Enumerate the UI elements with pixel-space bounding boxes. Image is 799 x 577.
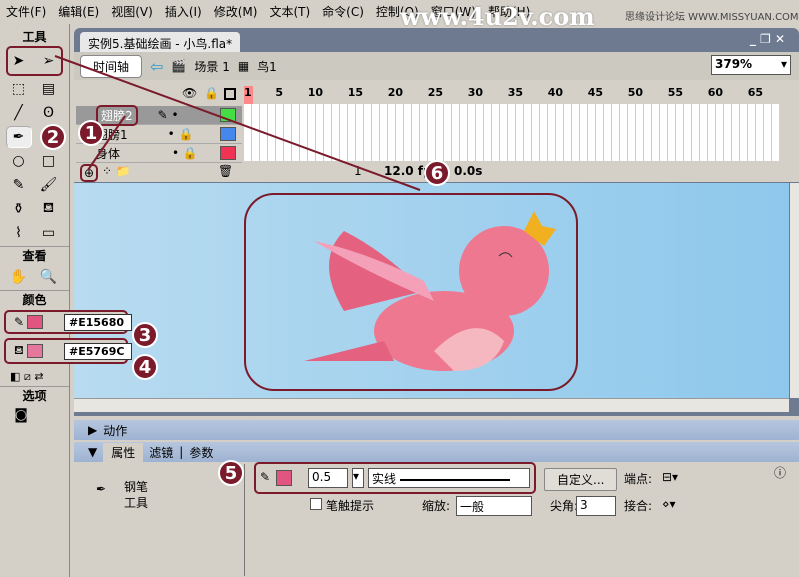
stroke-width-input[interactable]: 0.5 <box>308 468 348 488</box>
playhead[interactable]: 1 <box>244 86 253 104</box>
custom-button[interactable]: 自定义... <box>544 468 618 491</box>
actions-panel-header[interactable]: ▶ 动作 <box>74 420 799 440</box>
stage[interactable] <box>74 183 789 398</box>
layer-row[interactable]: 身体 • 🔒 <box>76 144 242 163</box>
fill-color-control[interactable]: ⛾ #E5769C <box>4 338 132 364</box>
free-transform-icon[interactable]: ⬚ <box>6 78 32 100</box>
scene-icon: 🎬 <box>171 59 187 73</box>
pencil-tool-icon[interactable]: ✎ <box>6 174 32 196</box>
pencil-icon: ✎ <box>14 315 25 329</box>
callout-6: 6 <box>424 160 450 186</box>
ink-bottle-icon[interactable]: ⚱ <box>6 198 32 220</box>
add-layer-icon[interactable]: ⊕ <box>80 164 99 182</box>
watermark-site: www.4u2v.com <box>400 2 595 31</box>
callout-1: 1 <box>78 120 104 146</box>
stroke-hint-label: 笔触提示 <box>326 499 375 513</box>
line-tool-icon[interactable]: ╱ <box>6 102 32 124</box>
layer-row[interactable]: 翅膀2 ✎ • <box>76 104 242 126</box>
properties-area: ▶ 动作 ▼ 属性 滤镜 | 参数 ✒ 钢笔 工具 ✎ 0.5 ▾ 实线 自定义..… <box>74 420 799 577</box>
current-frame: 1 <box>354 164 362 178</box>
pen-tool-icon: ✒ <box>96 482 107 496</box>
eyedropper-icon[interactable]: ⌇ <box>6 222 32 244</box>
miter-input[interactable]: 3 <box>576 496 616 516</box>
options-label: 选项 <box>0 386 69 404</box>
bucket-icon: ⛾ <box>14 343 24 357</box>
stroke-swatch[interactable] <box>27 315 44 329</box>
tab-parameters[interactable]: 参数 <box>189 444 213 461</box>
stroke-hint-checkbox[interactable] <box>310 498 322 510</box>
stroke-color-control[interactable]: ✎ #E15680 <box>4 310 132 334</box>
tab-properties[interactable]: 属性 <box>103 442 144 462</box>
fill-hex[interactable]: #E5769C <box>64 342 132 360</box>
menu-text[interactable]: 文本(T) <box>269 3 310 19</box>
zoom-select[interactable]: 379% ▾ <box>711 55 791 75</box>
subselection-tool-icon[interactable]: ➢ <box>36 50 62 72</box>
cap-label: 端点: <box>624 472 653 486</box>
snap-option-icon[interactable]: ◙ <box>8 404 34 426</box>
oval-tool-icon[interactable]: ○ <box>6 150 32 172</box>
menu-insert[interactable]: 插入(I) <box>165 3 202 19</box>
miter-label: 尖角: <box>550 499 579 513</box>
delete-layer-icon[interactable]: 🗑 <box>218 164 233 178</box>
hand-tool-icon[interactable]: ✋ <box>6 266 32 288</box>
callout-3: 3 <box>132 322 158 348</box>
menu-modify[interactable]: 修改(M) <box>214 3 258 19</box>
toolbox: 工具 ➤➢ ⬚▤ ╱ʘ ✒A ○□ ✎🖌 ⚱⛾ ⌇▭ 查看 ✋🔍 颜色 ✎ #E… <box>0 24 132 577</box>
stroke-style-select[interactable]: 实线 <box>368 468 530 488</box>
edit-bar: 时间轴 ⇦ 🎬 场景 1 ▦ 鸟1 379% ▾ <box>74 52 799 80</box>
symbol-breadcrumb[interactable]: 鸟1 <box>257 58 277 75</box>
symbol-icon: ▦ <box>237 59 250 73</box>
stroke-hex[interactable]: #E15680 <box>64 313 132 331</box>
menu-file[interactable]: 文件(F) <box>6 3 46 19</box>
bird-drawing <box>304 211 556 371</box>
view-label: 查看 <box>0 246 69 264</box>
callout-4: 4 <box>132 354 158 380</box>
elapsed-time: 0.0s <box>454 164 483 178</box>
color-swap-icons[interactable]: ◧ ⧄ ⇄ <box>0 368 69 386</box>
pen-tool-icon[interactable]: ✒ <box>5 126 32 148</box>
watermark-forum: 思缘设计论坛 WWW.MISSYUAN.COM <box>625 12 799 23</box>
join-select[interactable]: ⋄▾ <box>662 497 676 511</box>
fill-swatch[interactable] <box>26 344 43 358</box>
menu-view[interactable]: 视图(V) <box>111 3 153 19</box>
window-controls-icon[interactable]: _ ❐ ✕ <box>750 32 785 46</box>
eye-icon[interactable]: 👁 <box>182 86 197 100</box>
menu-edit[interactable]: 编辑(E) <box>58 3 99 19</box>
scale-select[interactable]: 一般 <box>456 496 532 516</box>
scale-label: 缩放: <box>422 499 451 513</box>
gradient-transform-icon[interactable]: ▤ <box>36 78 62 100</box>
callout-2: 2 <box>40 124 66 150</box>
add-guide-folder-icon[interactable]: ⁘ 📁 <box>102 164 131 178</box>
frame-ruler: 1 5 10 15 20 25 30 35 40 45 50 55 60 65 <box>244 86 779 104</box>
eraser-icon[interactable]: ▭ <box>36 222 62 244</box>
colors-label: 颜色 <box>0 290 69 308</box>
lock-icon[interactable]: 🔒 <box>204 86 219 100</box>
join-label: 接合: <box>624 499 653 513</box>
properties-panel-header: ▼ 属性 滤镜 | 参数 <box>74 442 799 462</box>
tool-name: 钢笔 <box>124 480 149 494</box>
timeline-toggle-button[interactable]: 时间轴 <box>80 54 143 78</box>
stroke-color-swatch[interactable] <box>276 470 292 486</box>
cap-select[interactable]: ⊟▾ <box>662 470 678 484</box>
vertical-scrollbar[interactable] <box>790 183 799 398</box>
zoom-tool-icon[interactable]: 🔍 <box>36 266 62 288</box>
tools-label: 工具 <box>22 30 47 44</box>
paint-bucket-icon[interactable]: ⛾ <box>36 198 62 220</box>
back-arrow-icon[interactable]: ⇦ <box>150 57 163 76</box>
help-icon[interactable]: ⓘ <box>774 464 786 481</box>
rectangle-tool-icon[interactable]: □ <box>36 150 62 172</box>
tool-name-2: 工具 <box>124 496 149 510</box>
horizontal-scrollbar[interactable] <box>74 398 789 412</box>
stroke-width-dropdown[interactable]: ▾ <box>352 468 364 488</box>
pencil-icon: ✎ <box>260 470 271 484</box>
menu-commands[interactable]: 命令(C) <box>322 3 364 19</box>
selection-tool-icon[interactable]: ➤ <box>6 50 32 72</box>
lasso-tool-icon[interactable]: ʘ <box>36 102 62 124</box>
scene-breadcrumb[interactable]: 场景 1 <box>194 58 229 75</box>
tab-filters[interactable]: 滤镜 <box>149 444 173 461</box>
frame-grid[interactable] <box>244 104 779 161</box>
outline-icon[interactable] <box>224 88 236 100</box>
brush-tool-icon[interactable]: 🖌 <box>36 174 62 196</box>
callout-5: 5 <box>218 460 244 486</box>
